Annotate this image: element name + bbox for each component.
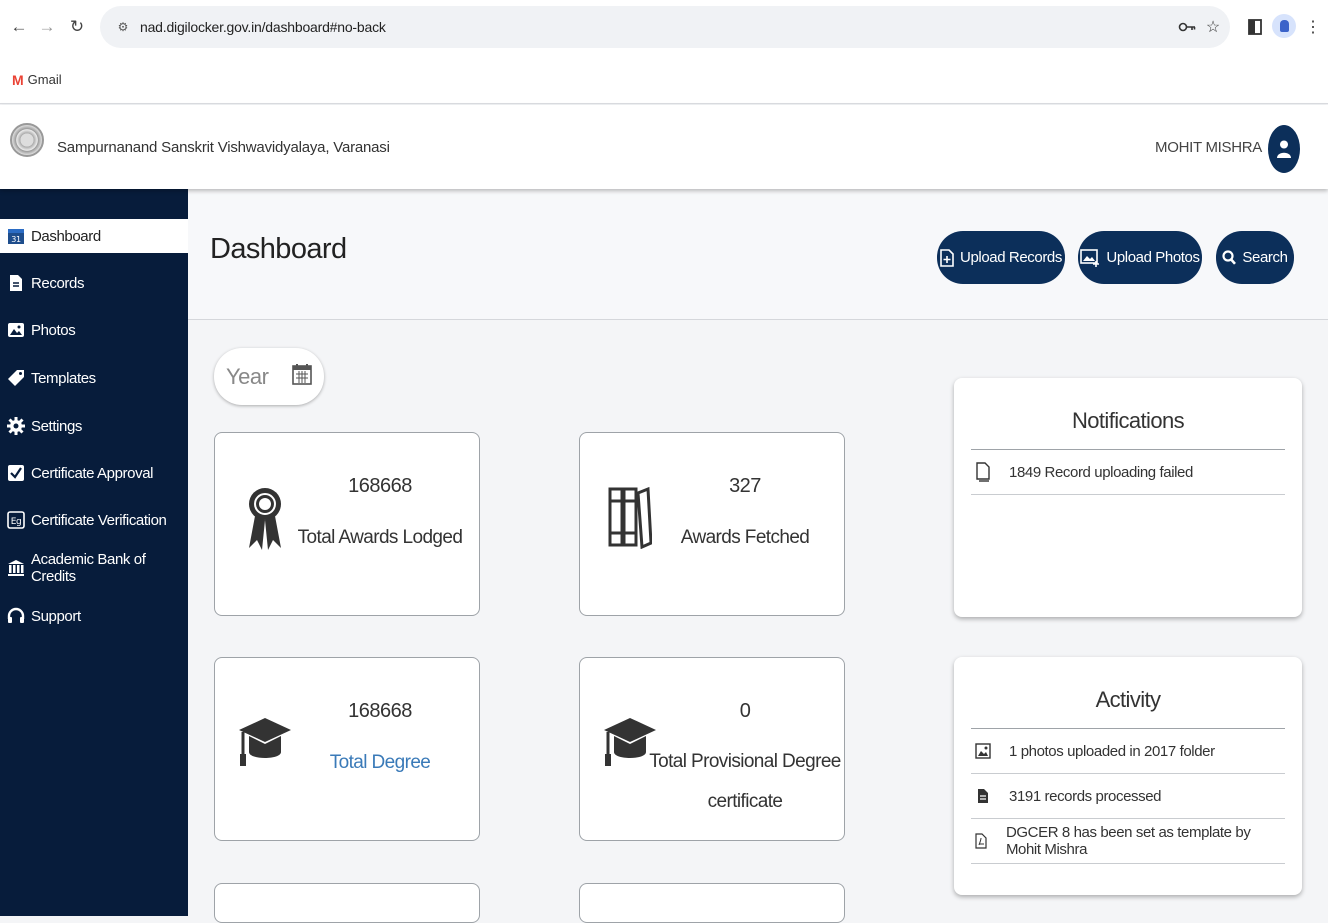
upload-records-button[interactable]: Upload Records: [937, 231, 1065, 284]
sidebar-item-support[interactable]: Support: [0, 599, 188, 633]
svg-text:Eg: Eg: [11, 517, 22, 527]
site-settings-icon[interactable]: ⚙: [112, 16, 134, 38]
stat-label-line-1: Total Provisional Degree: [649, 751, 841, 772]
upload-records-label: Upload Records: [960, 249, 1062, 266]
year-picker[interactable]: Year: [214, 348, 324, 405]
password-key-icon[interactable]: [1176, 15, 1198, 39]
stat-label-line-2: certificate: [707, 791, 783, 812]
activity-item: 3191 records processed: [971, 774, 1285, 819]
photo-icon: [7, 321, 25, 339]
total-degree-link[interactable]: Total Degree: [275, 742, 485, 784]
upload-photos-button[interactable]: Upload Photos: [1078, 231, 1202, 284]
file-text-icon: [973, 786, 993, 806]
activity-item: 1 photos uploaded in 2017 folder: [971, 729, 1285, 774]
app-header: Sampurnanand Sanskrit Vishwavidyalaya, V…: [0, 105, 1328, 189]
bank-icon: [7, 559, 25, 577]
sidebar-item-records[interactable]: Records: [0, 266, 188, 300]
stat-card-total-degree: 168668 Total Degree: [214, 657, 480, 841]
back-arrow-icon[interactable]: ←: [8, 16, 30, 38]
institution-name: Sampurnanand Sanskrit Vishwavidyalaya, V…: [57, 139, 390, 156]
stat-card-awards-fetched: 327 Awards Fetched: [579, 432, 845, 616]
address-bar[interactable]: ⚙ nad.digilocker.gov.in/dashboard#no-bac…: [100, 6, 1230, 48]
search-button[interactable]: Search: [1216, 231, 1294, 284]
stat-label: Total Awards Lodged: [297, 527, 463, 548]
browser-toolbar: ← → ↻ ⚙ nad.digilocker.gov.in/dashboard#…: [0, 0, 1328, 56]
search-icon: [1222, 250, 1237, 265]
stat-value: 168668: [348, 475, 412, 497]
sidebar-item-label: Certificate Approval: [31, 464, 154, 482]
gmail-icon[interactable]: M: [12, 72, 24, 88]
page-title: Dashboard: [210, 233, 347, 265]
stat-value: 327: [729, 475, 761, 497]
svg-text:31: 31: [11, 235, 21, 244]
stat-label: Total Provisional Degree certificate: [640, 742, 850, 822]
calendar-icon: 31: [7, 227, 25, 245]
search-label: Search: [1242, 249, 1288, 266]
forward-arrow-icon[interactable]: →: [36, 16, 58, 38]
page-header: Dashboard Upload Records Upload Photos S…: [188, 189, 1328, 320]
check-square-icon: [7, 464, 25, 482]
sidebar-item-label: Records: [31, 274, 85, 292]
sidebar-item-label: Photos: [31, 321, 76, 339]
headphones-icon: [7, 607, 25, 625]
university-logo: [10, 123, 44, 157]
sidebar-item-certificate-approval[interactable]: Certificate Approval: [0, 456, 188, 490]
browser-menu-icon[interactable]: ⋮: [1302, 15, 1324, 39]
stat-value: 168668: [348, 700, 412, 722]
verification-icon: Eg: [7, 511, 25, 529]
stat-card-provisional-degree: 0 Total Provisional Degree certificate: [579, 657, 845, 841]
sidebar-item-dashboard[interactable]: 31 Dashboard: [0, 219, 188, 253]
sidebar-item-academic-bank-of-credits[interactable]: Academic Bank of Credits: [0, 551, 188, 585]
activity-title: Activity: [971, 657, 1285, 729]
sidebar-item-label: Dashboard: [31, 227, 101, 245]
activity-panel: Activity 1 photos uploaded in 2017 folde…: [954, 657, 1302, 895]
bookmarks-bar: M Gmail: [0, 56, 1328, 104]
stat-card-total-awards: 168668 Total Awards Lodged: [214, 432, 480, 616]
sidebar-item-photos[interactable]: Photos: [0, 313, 188, 347]
sidebar-item-settings[interactable]: Settings: [0, 409, 188, 443]
stat-card-partial: [579, 883, 845, 923]
sidebar-item-label: Settings: [31, 417, 82, 435]
stat-value: 0: [739, 700, 751, 722]
document-icon: [7, 274, 25, 292]
sidebar-item-label: Certificate Verification: [31, 511, 167, 529]
reload-icon[interactable]: ↻: [66, 16, 88, 38]
upload-photos-label: Upload Photos: [1106, 249, 1200, 266]
side-panel-icon[interactable]: [1244, 15, 1266, 39]
activity-text: 1 photos uploaded in 2017 folder: [1009, 742, 1215, 760]
sidebar-item-label: Academic Bank of Credits: [31, 551, 146, 585]
activity-text: DGCER 8 has been set as template by Mohi…: [1005, 824, 1251, 858]
notification-item[interactable]: 1849 Record uploading failed: [971, 450, 1285, 495]
activity-text: 3191 records processed: [1009, 787, 1162, 805]
user-avatar-icon[interactable]: [1268, 125, 1300, 173]
bookmark-gmail[interactable]: Gmail: [28, 72, 62, 87]
browser-profile-icon[interactable]: [1272, 14, 1296, 38]
gear-icon: [7, 417, 25, 435]
pdf-file-icon: [973, 831, 990, 851]
notifications-panel: Notifications 1849 Record uploading fail…: [954, 378, 1302, 617]
user-name[interactable]: MOHIT MISHRA: [1155, 139, 1262, 156]
year-placeholder: Year: [226, 363, 269, 389]
sidebar-item-certificate-verification[interactable]: Eg Certificate Verification: [0, 503, 188, 537]
sidebar-item-label: Support: [31, 607, 81, 625]
stat-label: Awards Fetched: [680, 527, 810, 548]
tag-icon: [7, 369, 25, 387]
sidebar: 31 Dashboard Records Photos Templates Se…: [0, 189, 188, 916]
activity-item: DGCER 8 has been set as template by Mohi…: [971, 819, 1285, 864]
notification-text: 1849 Record uploading failed: [1009, 463, 1193, 481]
sidebar-item-label: Templates: [31, 369, 96, 387]
calendar-icon[interactable]: [292, 363, 313, 390]
sidebar-item-templates[interactable]: Templates: [0, 361, 188, 395]
upload-image-icon: [1080, 248, 1100, 267]
upload-file-icon: [940, 248, 954, 267]
stat-card-partial: [214, 883, 480, 923]
file-outline-icon: [973, 462, 993, 482]
image-icon: [973, 741, 993, 761]
bookmark-star-icon[interactable]: ☆: [1202, 15, 1224, 39]
notifications-title: Notifications: [971, 378, 1285, 450]
url-text: nad.digilocker.gov.in/dashboard#no-back: [140, 19, 386, 35]
